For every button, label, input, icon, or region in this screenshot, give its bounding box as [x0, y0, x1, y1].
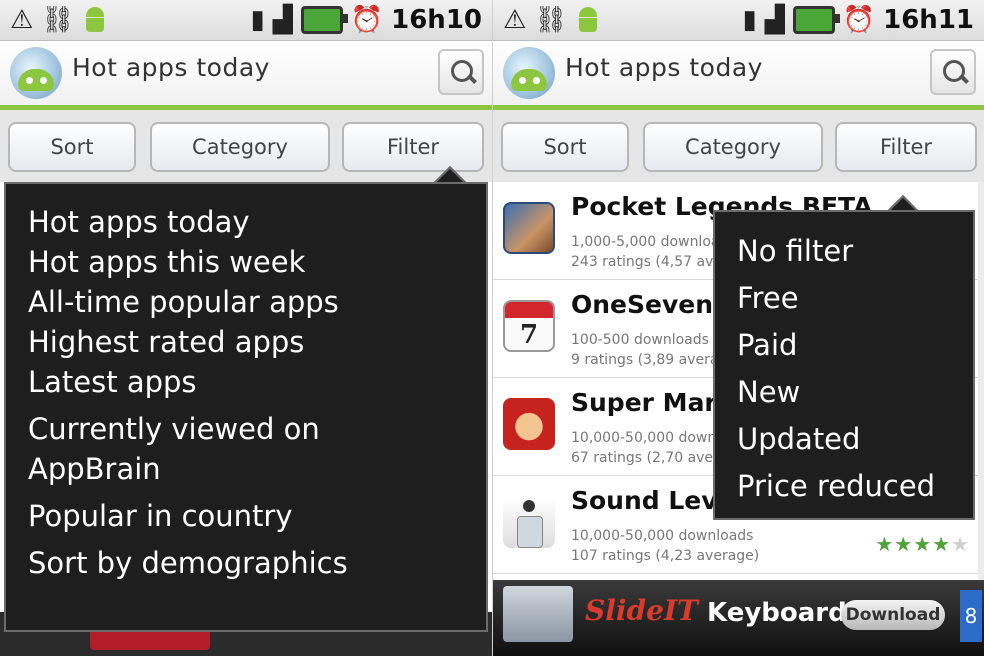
status-time: 16h10 — [391, 5, 482, 35]
filter-item-updated[interactable]: Updated — [737, 416, 973, 463]
status-icons-left: ⚠ ⛓ — [503, 4, 601, 36]
menu-item-latest[interactable]: Latest apps — [28, 362, 486, 402]
sort-menu: Hot apps today Hot apps this week All-ti… — [4, 182, 488, 632]
usb-icon: ⛓ — [41, 5, 75, 35]
filter-button[interactable]: Filter — [342, 122, 484, 172]
category-button[interactable]: Category — [150, 122, 330, 172]
menu-item-currently-viewed[interactable]: Currently viewed on — [28, 409, 486, 449]
status-icons-left: ⚠ ⛓ — [10, 4, 108, 36]
appbrain-logo-icon — [503, 47, 555, 99]
search-button[interactable] — [438, 49, 484, 95]
app-downloads: 1,000-5,000 downloads — [571, 234, 736, 250]
star-rating: ★★★★★ — [875, 532, 970, 556]
filter-item-paid[interactable]: Paid — [737, 322, 973, 369]
filter-item-free[interactable]: Free — [737, 275, 973, 322]
toolbar: Sort Category Filter — [0, 110, 492, 182]
star-empty-icon: ★ — [951, 532, 970, 556]
ad-brand: SlideIT — [585, 594, 698, 627]
battery-icon — [300, 6, 348, 34]
filter-menu-list: No filter Free Paid New Updated Price re… — [737, 228, 973, 510]
app-ratings: 107 ratings (4,23 average) — [571, 548, 760, 564]
status-bar: ⚠ ⛓ ▮ ▟ ⏰ 16h10 — [0, 0, 492, 41]
alarm-clock-icon: ⏰ — [350, 5, 384, 35]
category-button[interactable]: Category — [643, 122, 823, 172]
page-title: Hot apps today — [72, 53, 270, 82]
status-icons-right: ▮ ▟ ⏰ 16h10 — [250, 4, 482, 36]
app-header: Hot apps today — [0, 41, 492, 110]
status-icons-right: ▮ ▟ ⏰ 16h11 — [742, 4, 974, 36]
filter-button[interactable]: Filter — [835, 122, 977, 172]
menu-item-demographics[interactable]: Sort by demographics — [28, 543, 486, 583]
ad-download-button[interactable]: Download — [841, 600, 945, 630]
ad-edge-badge: 8 — [960, 590, 982, 642]
star-icon: ★ — [875, 532, 895, 556]
signal-icon: ▟ — [272, 5, 293, 35]
menu-item-currently-viewed-cont[interactable]: AppBrain — [28, 449, 486, 489]
android-icon — [82, 5, 108, 35]
calendar-number: 7 — [519, 320, 539, 350]
status-bar: ⚠ ⛓ ▮ ▟ ⏰ 16h11 — [493, 0, 984, 41]
battery-icon — [792, 6, 840, 34]
star-icon: ★ — [932, 532, 952, 556]
signal-icon: ▟ — [764, 5, 785, 35]
app-name: OneSeven — [571, 290, 714, 319]
pocket-legends-app-icon — [503, 202, 555, 254]
mario-app-icon — [503, 398, 555, 450]
sort-button[interactable]: Sort — [8, 122, 136, 172]
sort-menu-list: Hot apps today Hot apps this week All-ti… — [28, 202, 486, 583]
ad-product: Keyboard — [707, 598, 847, 628]
sort-button[interactable]: Sort — [501, 122, 629, 172]
app-downloads: 10,000-50,000 downloads — [571, 528, 754, 544]
scrollbar[interactable] — [978, 182, 984, 580]
menu-item-popular-country[interactable]: Popular in country — [28, 496, 486, 536]
sim-icon: ▮ — [742, 5, 757, 35]
search-button[interactable] — [930, 49, 976, 95]
warning-icon: ⚠ — [10, 5, 34, 35]
warning-icon: ⚠ — [503, 5, 527, 35]
app-header: Hot apps today — [493, 41, 984, 110]
menu-item-hot-today[interactable]: Hot apps today — [28, 202, 486, 242]
filter-item-no-filter[interactable]: No filter — [737, 228, 973, 275]
filter-menu: No filter Free Paid New Updated Price re… — [713, 210, 975, 520]
ad-banner[interactable]: SlideIT Keyboard Download 8 — [493, 580, 984, 656]
appbrain-logo-icon — [10, 47, 62, 99]
sound-meter-app-icon — [503, 496, 555, 548]
filter-item-price-reduced[interactable]: Price reduced — [737, 463, 973, 510]
usb-icon: ⛓ — [534, 5, 568, 35]
star-icon: ★ — [894, 532, 914, 556]
filter-item-new[interactable]: New — [737, 369, 973, 416]
calendar-app-icon: 7 — [503, 300, 555, 352]
menu-item-hot-week[interactable]: Hot apps this week — [28, 242, 486, 282]
left-screen: ⚠ ⛓ ▮ ▟ ⏰ 16h10 Hot apps today Sort Cate… — [0, 0, 492, 656]
android-icon — [575, 5, 601, 35]
toolbar: Sort Category Filter — [493, 110, 984, 182]
star-icon: ★ — [913, 532, 933, 556]
right-screen: ⚠ ⛓ ▮ ▟ ⏰ 16h11 Hot apps today Sort Cate… — [492, 0, 984, 656]
menu-item-highest-rated[interactable]: Highest rated apps — [28, 322, 486, 362]
keyboard-thumbnail-icon — [503, 586, 573, 642]
page-title: Hot apps today — [565, 53, 763, 82]
sim-icon: ▮ — [250, 5, 265, 35]
alarm-clock-icon: ⏰ — [842, 5, 876, 35]
status-time: 16h11 — [883, 5, 974, 35]
menu-item-all-time[interactable]: All-time popular apps — [28, 282, 486, 322]
app-downloads: 100-500 downloads — [571, 332, 709, 348]
